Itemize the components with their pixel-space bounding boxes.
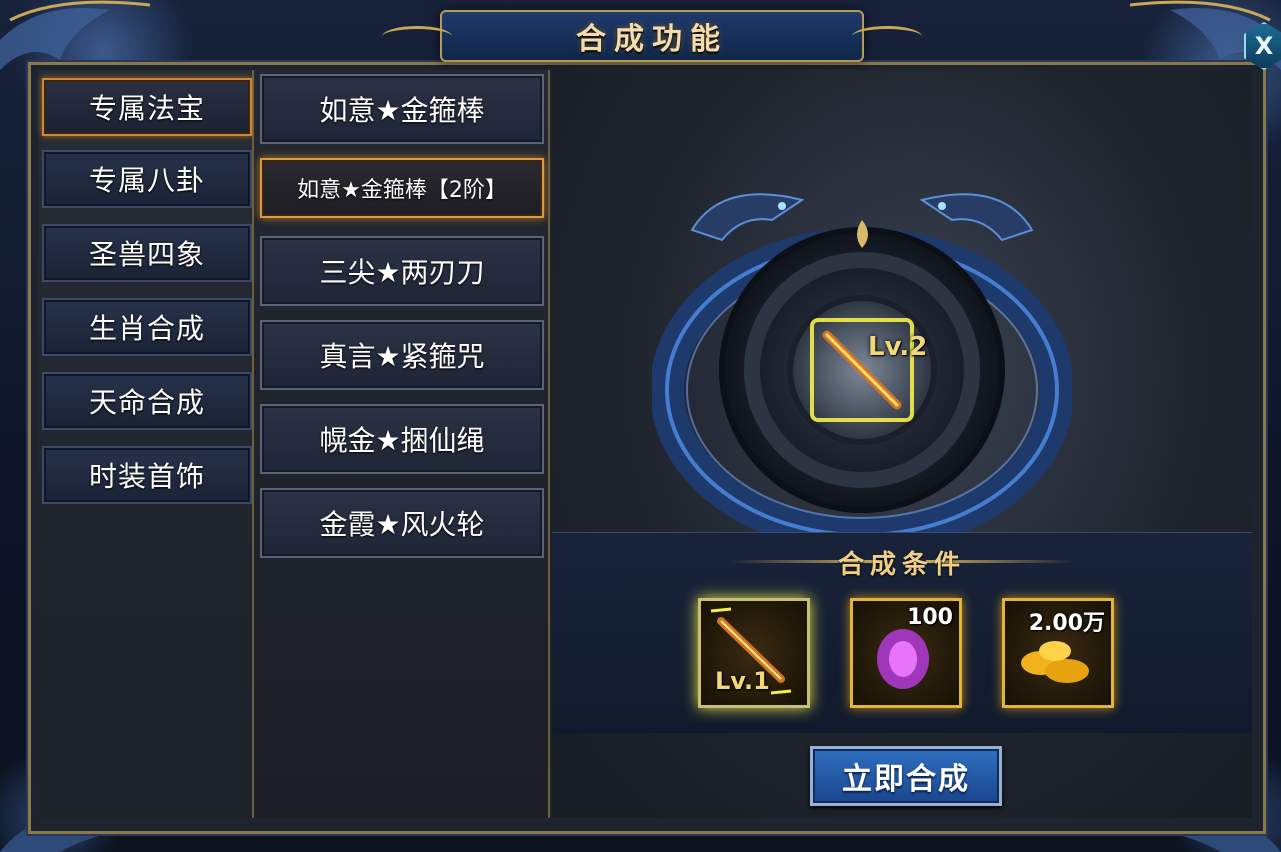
item-label: 三尖★两刃刀 <box>319 256 485 289</box>
conditions-title: 合成条件 <box>837 550 966 580</box>
category-label: 天命合成 <box>88 386 205 419</box>
category-label: 生肖合成 <box>88 312 205 345</box>
item-immortal-rope[interactable]: 幌金★捆仙绳 <box>260 404 544 474</box>
material-slot-staff[interactable]: Lv.1 <box>698 598 810 708</box>
dragon-ring-icon <box>652 193 1072 540</box>
item-wind-fire-wheels[interactable]: 金霞★风火轮 <box>260 488 544 558</box>
item-golden-cudgel[interactable]: 如意★金箍棒 <box>260 74 544 144</box>
item-label: 如意★金箍棒【2阶】 <box>297 178 507 203</box>
item-label: 幌金★捆仙绳 <box>319 424 485 457</box>
category-tab-fashion-jewelry[interactable]: 时装首饰 <box>42 446 252 504</box>
material-count: 2.00万 <box>1028 611 1105 636</box>
item-three-pointed-blade[interactable]: 三尖★两刃刀 <box>260 236 544 306</box>
item-label: 如意★金箍棒 <box>319 94 485 127</box>
material-count: 100 <box>907 605 953 630</box>
item-label: 金霞★风火轮 <box>319 508 485 541</box>
category-tab-destiny[interactable]: 天命合成 <box>42 372 252 430</box>
category-sidebar: 专属法宝 专属八卦 圣兽四象 生肖合成 天命合成 时装首饰 <box>38 70 254 818</box>
item-label: 真言★紧箍咒 <box>319 340 485 373</box>
category-label: 圣兽四象 <box>88 238 205 271</box>
category-tab-exclusive-bagua[interactable]: 专属八卦 <box>42 150 252 208</box>
preview-level: Lv.2 <box>868 332 928 362</box>
category-tab-exclusive-treasure[interactable]: 专属法宝 <box>42 78 252 136</box>
material-slot-crystal[interactable]: 100 <box>850 598 962 708</box>
title-bar: 合成功能 <box>440 10 922 62</box>
item-tightening-spell[interactable]: 真言★紧箍咒 <box>260 320 544 390</box>
synthesize-button[interactable]: 立即合成 <box>810 746 1002 806</box>
category-tab-zodiac[interactable]: 生肖合成 <box>42 298 252 356</box>
material-slot-gold[interactable]: 2.00万 <box>1002 598 1114 708</box>
category-label: 专属法宝 <box>88 92 205 125</box>
category-label: 专属八卦 <box>88 164 205 197</box>
synthesis-panel: Lv.2 合成条件 Lv.1 100 2.00万 立即合成 <box>552 70 1252 818</box>
category-label: 时装首饰 <box>88 460 205 493</box>
close-icon: X <box>1254 32 1274 60</box>
page-title: 合成功能 <box>576 22 728 57</box>
item-list: 如意★金箍棒 如意★金箍棒【2阶】 三尖★两刃刀 真言★紧箍咒 幌金★捆仙绳 金… <box>254 70 550 818</box>
item-golden-cudgel-tier2[interactable]: 如意★金箍棒【2阶】 <box>260 158 544 218</box>
material-level: Lv.1 <box>715 667 770 695</box>
category-tab-holy-beasts[interactable]: 圣兽四象 <box>42 224 252 282</box>
